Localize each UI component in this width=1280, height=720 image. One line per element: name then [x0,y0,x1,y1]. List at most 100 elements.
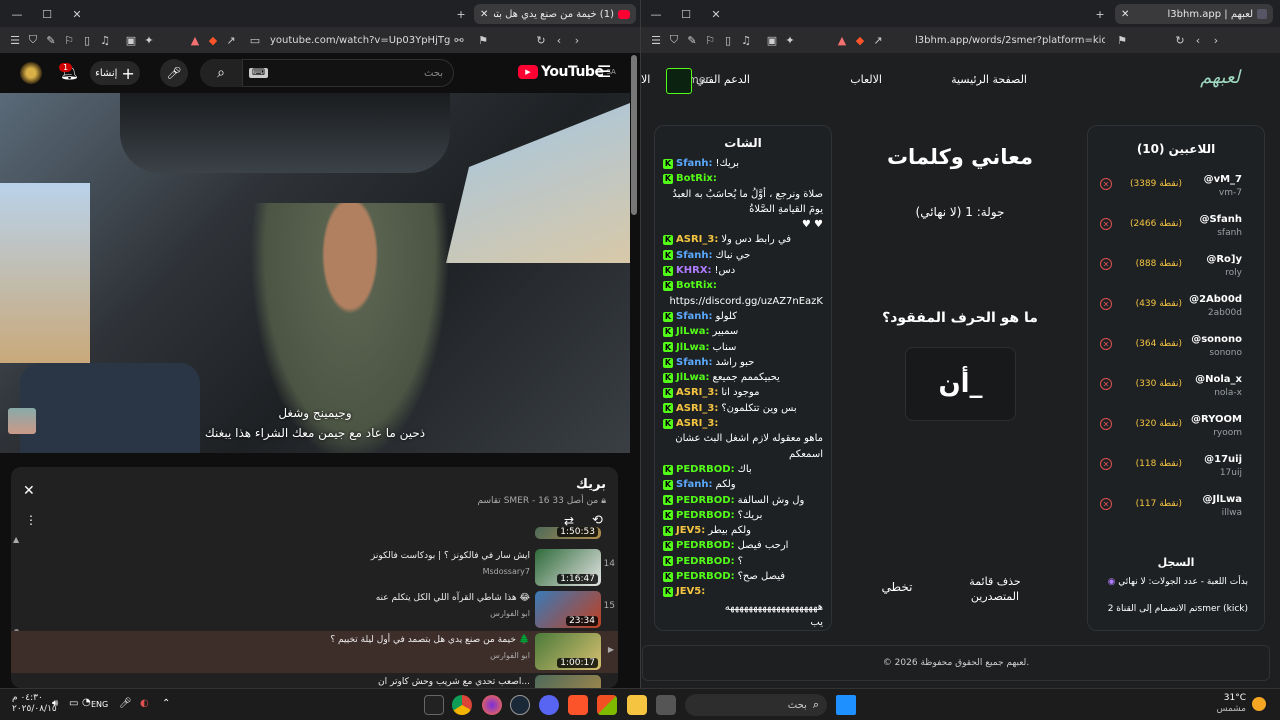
brave-rewards-icon[interactable]: ▲ [833,31,851,49]
minimize-icon[interactable]: — [647,5,665,23]
remove-player-icon[interactable]: ✕ [1100,298,1112,310]
shuffle-icon[interactable]: ⇄ [564,514,574,528]
remove-player-icon[interactable]: ✕ [1100,378,1112,390]
maximize-icon[interactable]: ☐ [677,5,695,23]
shield-icon[interactable]: ⛉ [665,31,683,49]
shield-icon[interactable]: ⛉ [24,31,42,49]
playlist-thumb-top[interactable]: 1:50:53 [535,527,601,539]
close-tab-icon[interactable]: ✕ [1121,9,1129,20]
extensions-icon[interactable]: ✎ [42,31,60,49]
music-icon[interactable]: ♫ [96,31,114,49]
voice-search-button[interactable]: 🎤︎ [160,59,188,87]
playlist-item-active[interactable]: ▶ 1:00:17 خيمة من صنع يدي هل بتصمد في أو… [11,631,618,673]
task-view-icon[interactable] [656,695,676,715]
playlist-item[interactable]: اصعب تحدي مع شريب وحش كاوتر ان... [11,673,618,688]
volume-icon[interactable]: 🔊︎ [52,698,58,709]
brave-icon[interactable] [568,695,588,715]
weather-widget[interactable]: 31°C مشمس [1216,693,1266,715]
nav-cut-item[interactable]: الا [641,73,650,86]
brave-shield-icon[interactable]: ◆ [204,31,222,49]
file-explorer-icon[interactable] [627,695,647,715]
screenshot-icon[interactable]: ▣ [122,31,140,49]
clock[interactable]: ٠٤:٣٠ م ٢٠٢٥/٠٨/١٥ [12,693,57,715]
address-bar[interactable]: youtube.com/watch?v=Up03YpHjTg8&list... [270,35,450,46]
wifi-icon[interactable]: ◔ [82,697,91,708]
steam-icon[interactable] [510,695,530,715]
close-playlist-icon[interactable]: ✕ [23,483,35,499]
video-player[interactable]: وجيمينج وشغل ذحين ما عاد مع جيمن معك الش… [0,93,630,453]
close-tab-icon[interactable]: ✕ [480,9,488,20]
puzzle-icon[interactable]: ✦ [781,31,799,49]
skip-button[interactable]: تخطي [867,580,927,594]
remove-player-icon[interactable]: ✕ [1100,178,1112,190]
avatar[interactable] [20,62,42,84]
brave-shield-icon[interactable]: ◆ [851,31,869,49]
link-icon[interactable]: ⚯ [450,31,468,49]
user-avatar[interactable] [666,68,692,94]
chrome-icon[interactable] [452,695,472,715]
discord-icon[interactable] [539,695,559,715]
reload-icon[interactable]: ↻ [1171,31,1189,49]
new-tab-icon[interactable]: + [452,5,470,23]
close-window-icon[interactable]: ✕ [707,5,725,23]
delete-leaderboard-button[interactable]: حذف قائمة المتصدرين [959,574,1031,604]
search-input[interactable]: ⌨ بحث [242,59,454,87]
store-icon[interactable] [597,695,617,715]
search-button[interactable]: ⌕ [200,59,242,87]
taskbar-search[interactable]: بحث ⌕ [685,694,827,716]
remove-player-icon[interactable]: ✕ [1100,498,1112,510]
firefox-icon[interactable] [482,695,502,715]
sidebar-icon[interactable]: ▯ [719,31,737,49]
scrollbar-page[interactable] [631,55,637,215]
menu-icon[interactable]: ☰ [647,31,665,49]
nav-games[interactable]: الالعاب [850,73,882,86]
back-icon[interactable]: ‹ [1189,31,1207,49]
display-icon[interactable]: ▭ [69,698,78,709]
share-icon[interactable]: ↗ [869,31,887,49]
mic-icon[interactable]: 🎤︎ [119,698,132,709]
remove-player-icon[interactable]: ✕ [1100,338,1112,350]
minimize-icon[interactable]: — [8,5,26,23]
remove-player-icon[interactable]: ✕ [1100,458,1112,470]
brave-rewards-icon[interactable]: ▲ [186,31,204,49]
tab-youtube[interactable]: ✕ (1) خيمة من صنع يدي هل بتصـ [474,4,636,24]
bookmark-page-icon[interactable]: ⚑ [474,31,492,49]
site-logo[interactable]: لعبهم [1200,67,1240,88]
sidebar-icon[interactable]: ▯ [78,31,96,49]
remove-player-icon[interactable]: ✕ [1100,258,1112,270]
forward-icon[interactable]: › [1207,31,1225,49]
tray-app-icon[interactable]: ◐ [140,698,149,709]
reload-icon[interactable]: ↻ [532,31,550,49]
more-options-icon[interactable]: ⋮ [25,513,37,527]
new-tab-icon[interactable]: + [1091,5,1109,23]
share-icon[interactable]: ↗ [222,31,240,49]
remove-player-icon[interactable]: ✕ [1100,218,1112,230]
site-info-icon[interactable]: ▭ [246,31,264,49]
remove-player-icon[interactable]: ✕ [1100,418,1112,430]
nav-home[interactable]: الصفحة الرئيسية [951,73,1027,86]
tray-expand-icon[interactable]: ⌃ [162,698,170,709]
epic-games-icon[interactable] [424,695,444,715]
playlist-item[interactable]: 15 23:34 هذا شاطي القرآه اللي الكل يتكلم… [11,589,618,631]
keyboard-icon[interactable]: ⌨ [249,68,268,78]
tab-l3bhm[interactable]: ✕ لعبهم | l3bhm.app [1115,4,1273,24]
bookmark-page-icon[interactable]: ⚑ [1113,31,1131,49]
forward-icon[interactable]: › [568,31,586,49]
address-bar[interactable]: l3bhm.app/words/2smer?platform=kick [915,35,1105,46]
guide-menu-icon[interactable]: ☰ [597,62,611,81]
create-button[interactable]: إنشاء + [90,61,140,85]
back-icon[interactable]: ‹ [550,31,568,49]
playlist-item[interactable]: 14 1:16:47 ايش سار في فالكونز ؟ | بودكاس… [11,547,618,589]
maximize-icon[interactable]: ☐ [38,5,56,23]
screenshot-icon[interactable]: ▣ [763,31,781,49]
windows-start-icon[interactable] [836,695,856,715]
close-window-icon[interactable]: ✕ [68,5,86,23]
loop-icon[interactable]: ⟲ [592,513,603,528]
puzzle-icon[interactable]: ✦ [140,31,158,49]
scroll-up-icon[interactable]: ▲ [13,535,19,544]
bookmark-icon[interactable]: ⚐ [60,31,78,49]
menu-icon[interactable]: ☰ [6,31,24,49]
extensions-icon[interactable]: ✎ [683,31,701,49]
language-indicator[interactable]: ENG [91,700,108,709]
bookmark-icon[interactable]: ⚐ [701,31,719,49]
